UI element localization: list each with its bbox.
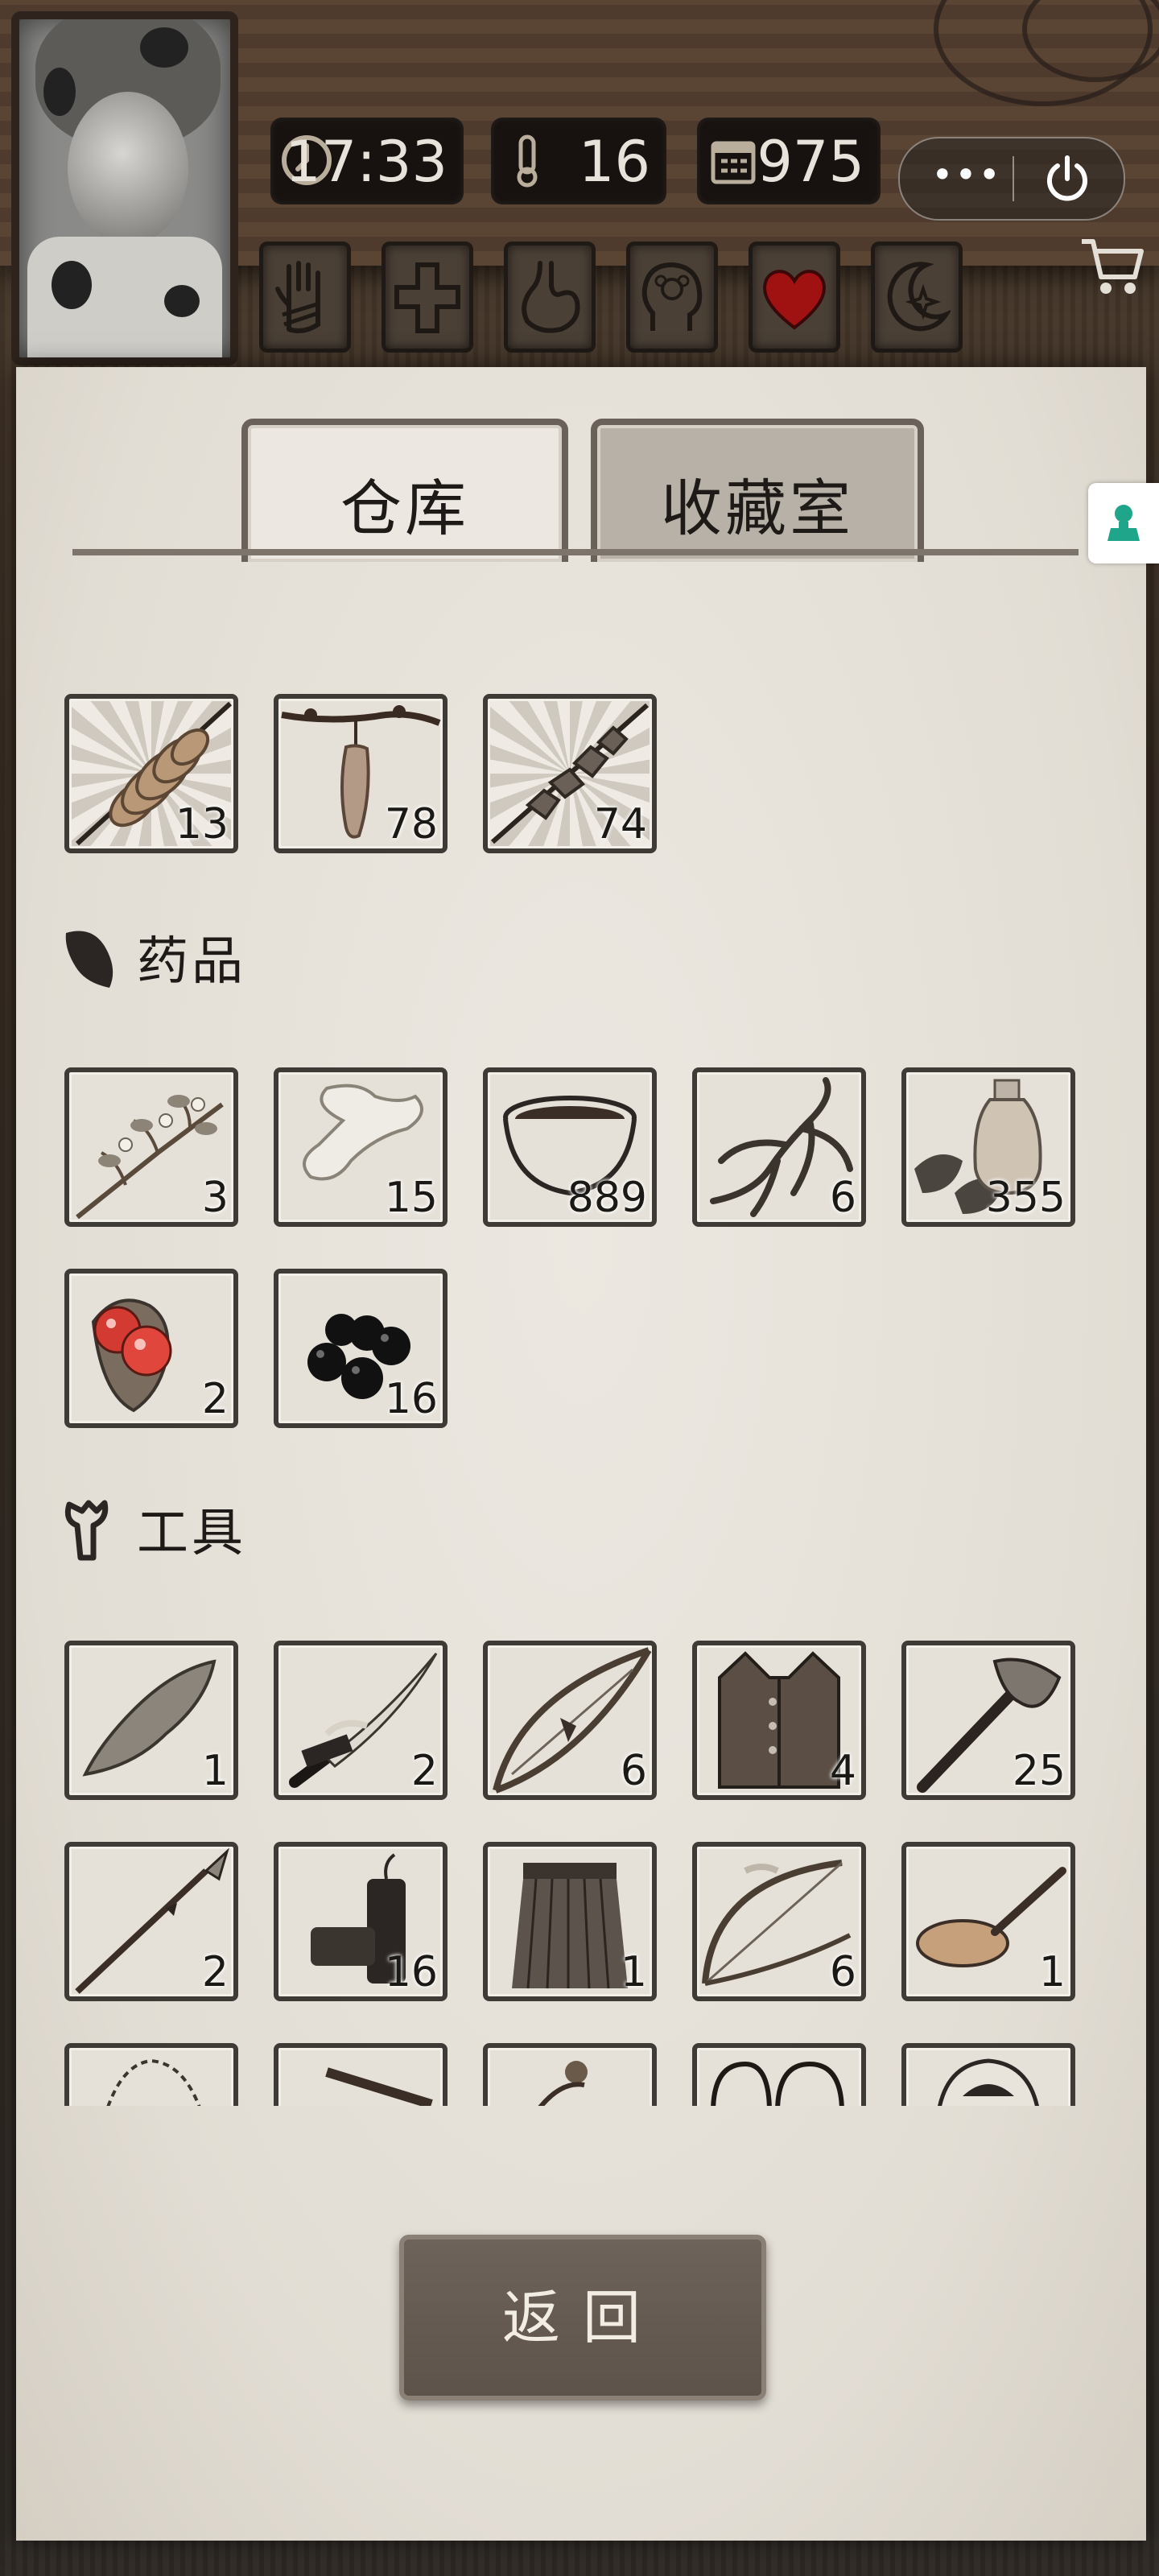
back-button[interactable]: 返回 (399, 2235, 766, 2401)
stomach-icon (522, 261, 580, 333)
item-count: 6 (829, 1948, 856, 1996)
stat-mind[interactable] (626, 242, 718, 353)
tab-underline (72, 549, 1079, 555)
item-count: 16 (384, 1948, 438, 1996)
fur-hat-icon (938, 2058, 1039, 2106)
item-slot[interactable]: 6 (692, 1842, 866, 2001)
item-slot[interactable]: 889 (483, 1067, 657, 1227)
item-slot[interactable]: 15 (274, 1067, 448, 1227)
section-tools-label: 工具 (137, 1504, 246, 1563)
inventory-scroll-area[interactable]: 13 78 74 药品 3 15 889 6 355 2 16 工具 1 2 6… (48, 564, 1095, 2106)
more-button[interactable]: ••• (930, 156, 1003, 195)
tab-warehouse-label: 仓库 (340, 473, 469, 544)
avatar (68, 92, 188, 245)
item-count: 3 (201, 1174, 229, 1222)
item-count: 889 (567, 1174, 647, 1222)
rope-icon (106, 2058, 201, 2106)
moon-icon (887, 262, 951, 332)
item-count: 6 (829, 1174, 856, 1222)
item-slot[interactable]: 16 (274, 1269, 448, 1428)
section-medicine-label: 药品 (137, 932, 246, 992)
item-count: 2 (201, 1375, 229, 1423)
item-slot[interactable] (274, 2043, 448, 2106)
head-icon (641, 262, 703, 331)
service-icon (1107, 505, 1140, 541)
whip-icon (711, 2061, 844, 2106)
shopping-cart-icon[interactable] (1079, 227, 1145, 299)
temperature-display: 16 (491, 118, 666, 204)
item-slot[interactable]: 3 (64, 1067, 238, 1227)
thermometer-icon (517, 134, 538, 188)
item-slot[interactable] (483, 2043, 657, 2106)
side-floating-button[interactable] (1088, 483, 1159, 564)
item-slot[interactable] (901, 2043, 1075, 2106)
rifle-icon (325, 2067, 433, 2106)
wrench-icon (64, 1500, 109, 1561)
stat-heart[interactable] (749, 242, 840, 353)
item-slot[interactable]: 6 (692, 1067, 866, 1227)
stat-stomach[interactable] (504, 242, 596, 353)
stat-health[interactable] (382, 242, 473, 353)
item-slot[interactable] (692, 2043, 866, 2106)
item-count: 1 (620, 1948, 647, 1996)
item-slot[interactable]: 78 (274, 694, 448, 853)
power-icon[interactable] (1041, 153, 1093, 204)
item-count: 13 (175, 800, 229, 848)
player-portrait[interactable] (11, 11, 238, 365)
section-medicine: 药品 (61, 921, 246, 993)
item-slot[interactable]: 2 (274, 1641, 448, 1800)
item-slot[interactable]: 16 (274, 1842, 448, 2001)
item-count: 74 (593, 800, 647, 848)
item-count: 16 (384, 1375, 438, 1423)
item-slot[interactable]: 4 (692, 1641, 866, 1800)
mini-program-capsule: ••• (898, 137, 1125, 221)
section-tools: 工具 (61, 1492, 246, 1565)
item-slot[interactable]: 355 (901, 1067, 1075, 1227)
capsule-divider (1013, 156, 1014, 201)
item-count: 78 (384, 800, 438, 848)
item-count: 2 (201, 1948, 229, 1996)
tab-warehouse[interactable]: 仓库 (241, 419, 568, 562)
item-count: 6 (620, 1747, 647, 1795)
item-slot[interactable]: 13 (64, 694, 238, 853)
heart-icon (763, 270, 826, 330)
item-count: 1 (201, 1747, 229, 1795)
time-value: 17:33 (285, 129, 448, 195)
item-slot[interactable]: 1 (64, 1641, 238, 1800)
item-slot[interactable]: 2 (64, 1269, 238, 1428)
leaf-icon (65, 931, 113, 988)
tab-collection-room[interactable]: 收藏室 (591, 419, 924, 562)
item-slot[interactable]: 6 (483, 1641, 657, 1800)
gourd-icon (538, 2061, 588, 2106)
item-count: 2 (410, 1747, 438, 1795)
item-slot[interactable]: 25 (901, 1641, 1075, 1800)
item-slot[interactable]: 2 (64, 1842, 238, 2001)
item-count: 15 (384, 1174, 438, 1222)
item-slot[interactable]: 74 (483, 694, 657, 853)
item-count: 1 (1038, 1948, 1066, 1996)
temperature-value: 16 (578, 129, 650, 195)
item-slot[interactable]: 1 (901, 1842, 1075, 2001)
item-slot[interactable]: 1 (483, 1842, 657, 2001)
cross-icon (394, 262, 460, 333)
item-count: 4 (829, 1747, 856, 1795)
clock-display: 17:33 (270, 118, 464, 204)
item-count: 25 (1012, 1747, 1066, 1795)
tab-collection-label: 收藏室 (661, 473, 854, 544)
item-count: 355 (985, 1174, 1066, 1222)
item-slot[interactable] (64, 2043, 238, 2106)
stat-sleep[interactable] (871, 242, 963, 353)
hand-icon (275, 261, 320, 333)
day-display: 975 (697, 118, 881, 204)
calendar-icon (711, 141, 756, 184)
day-value: 975 (757, 129, 864, 195)
stat-hand[interactable] (259, 242, 351, 353)
